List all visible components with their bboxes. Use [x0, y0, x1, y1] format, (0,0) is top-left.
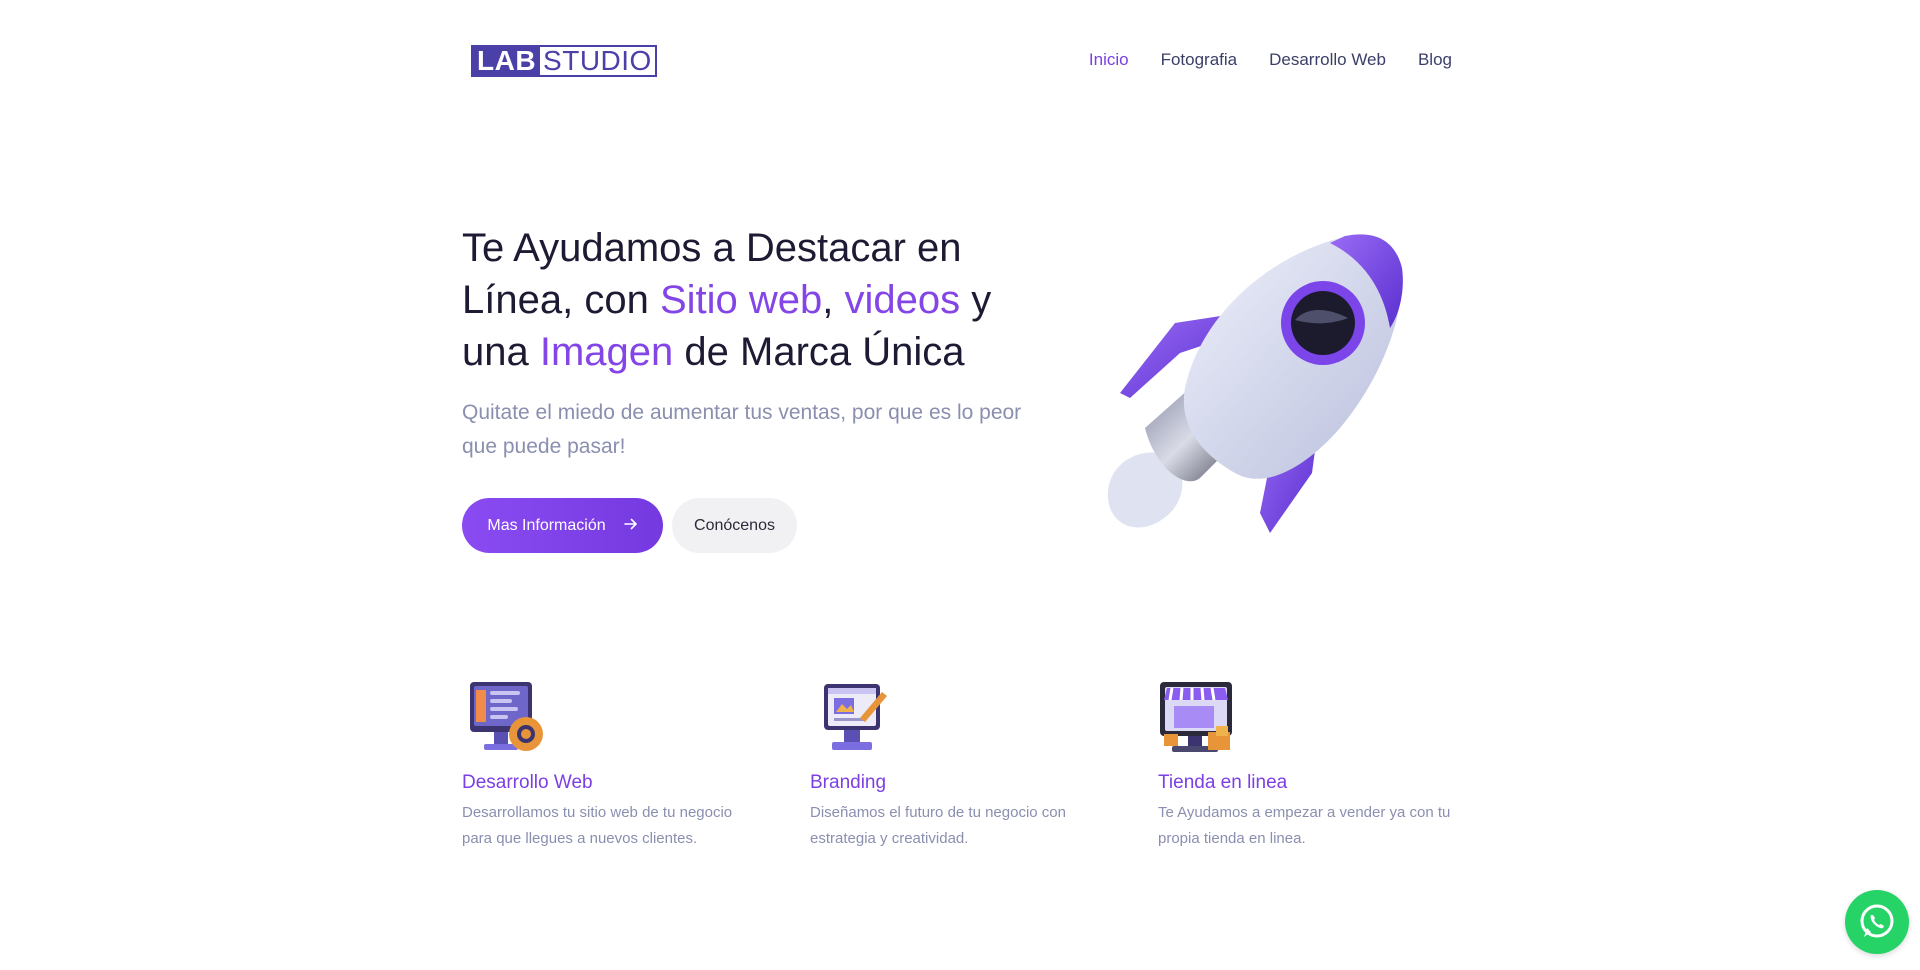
logo-studio-text: STUDIO [543, 45, 652, 76]
service-description: Te Ayudamos a empezar a vender ya con tu… [1158, 804, 1451, 847]
hero-title-text-2: , [822, 278, 845, 322]
hero-title: Te Ayudamos a Destacar en Línea, con Sit… [462, 222, 1062, 378]
whatsapp-button[interactable] [1845, 890, 1909, 954]
service-title: Branding [810, 772, 887, 793]
service-card-tienda-en-linea: Tienda en linea Te Ayudamos a empezar a … [1158, 678, 1478, 852]
hero-subtitle: Quitate el miedo de aumentar tus ventas,… [462, 401, 1022, 458]
online-store-icon [1160, 682, 1232, 752]
hero-title-accent-videos: videos [844, 278, 961, 322]
mas-informacion-label: Mas Información [487, 516, 606, 534]
service-card-desarrollo-web: Desarrollo Web Desarrollamos tu sitio we… [462, 678, 782, 852]
labstudio-logo[interactable]: LAB STUDIO [471, 45, 657, 77]
nav-item-fotografia[interactable]: Fotografia [1161, 50, 1238, 70]
hero-title-text-4: de Marca Única [673, 330, 965, 374]
service-card-branding: Branding Diseñamos el futuro de tu negoc… [810, 678, 1130, 852]
service-title: Tienda en linea [1158, 772, 1288, 793]
logo-lab-text: LAB [473, 47, 541, 75]
service-description: Diseñamos el futuro de tu negocio con es… [810, 804, 1066, 847]
service-title: Desarrollo Web [462, 772, 593, 793]
site-header: LAB STUDIO Inicio Fotografia Desarrollo … [0, 0, 1920, 120]
mas-informacion-button[interactable]: Mas Información [462, 498, 663, 553]
hero-title-accent-imagen: Imagen [539, 330, 674, 374]
main-nav: Inicio Fotografia Desarrollo Web Blog [1089, 50, 1452, 70]
nav-item-desarrollo-web[interactable]: Desarrollo Web [1269, 50, 1386, 70]
hero-title-accent-sitio-web: Sitio web [659, 278, 823, 322]
whatsapp-icon [1860, 904, 1894, 938]
branding-icon [824, 684, 887, 750]
service-description: Desarrollamos tu sitio web de tu negocio… [462, 804, 733, 847]
arrow-right-icon [623, 517, 638, 535]
conocenos-button[interactable]: Conócenos [672, 498, 797, 553]
web-development-icon [470, 682, 543, 751]
nav-item-inicio[interactable]: Inicio [1089, 50, 1129, 70]
rocket-icon [1107, 234, 1403, 533]
nav-item-blog[interactable]: Blog [1418, 50, 1452, 70]
